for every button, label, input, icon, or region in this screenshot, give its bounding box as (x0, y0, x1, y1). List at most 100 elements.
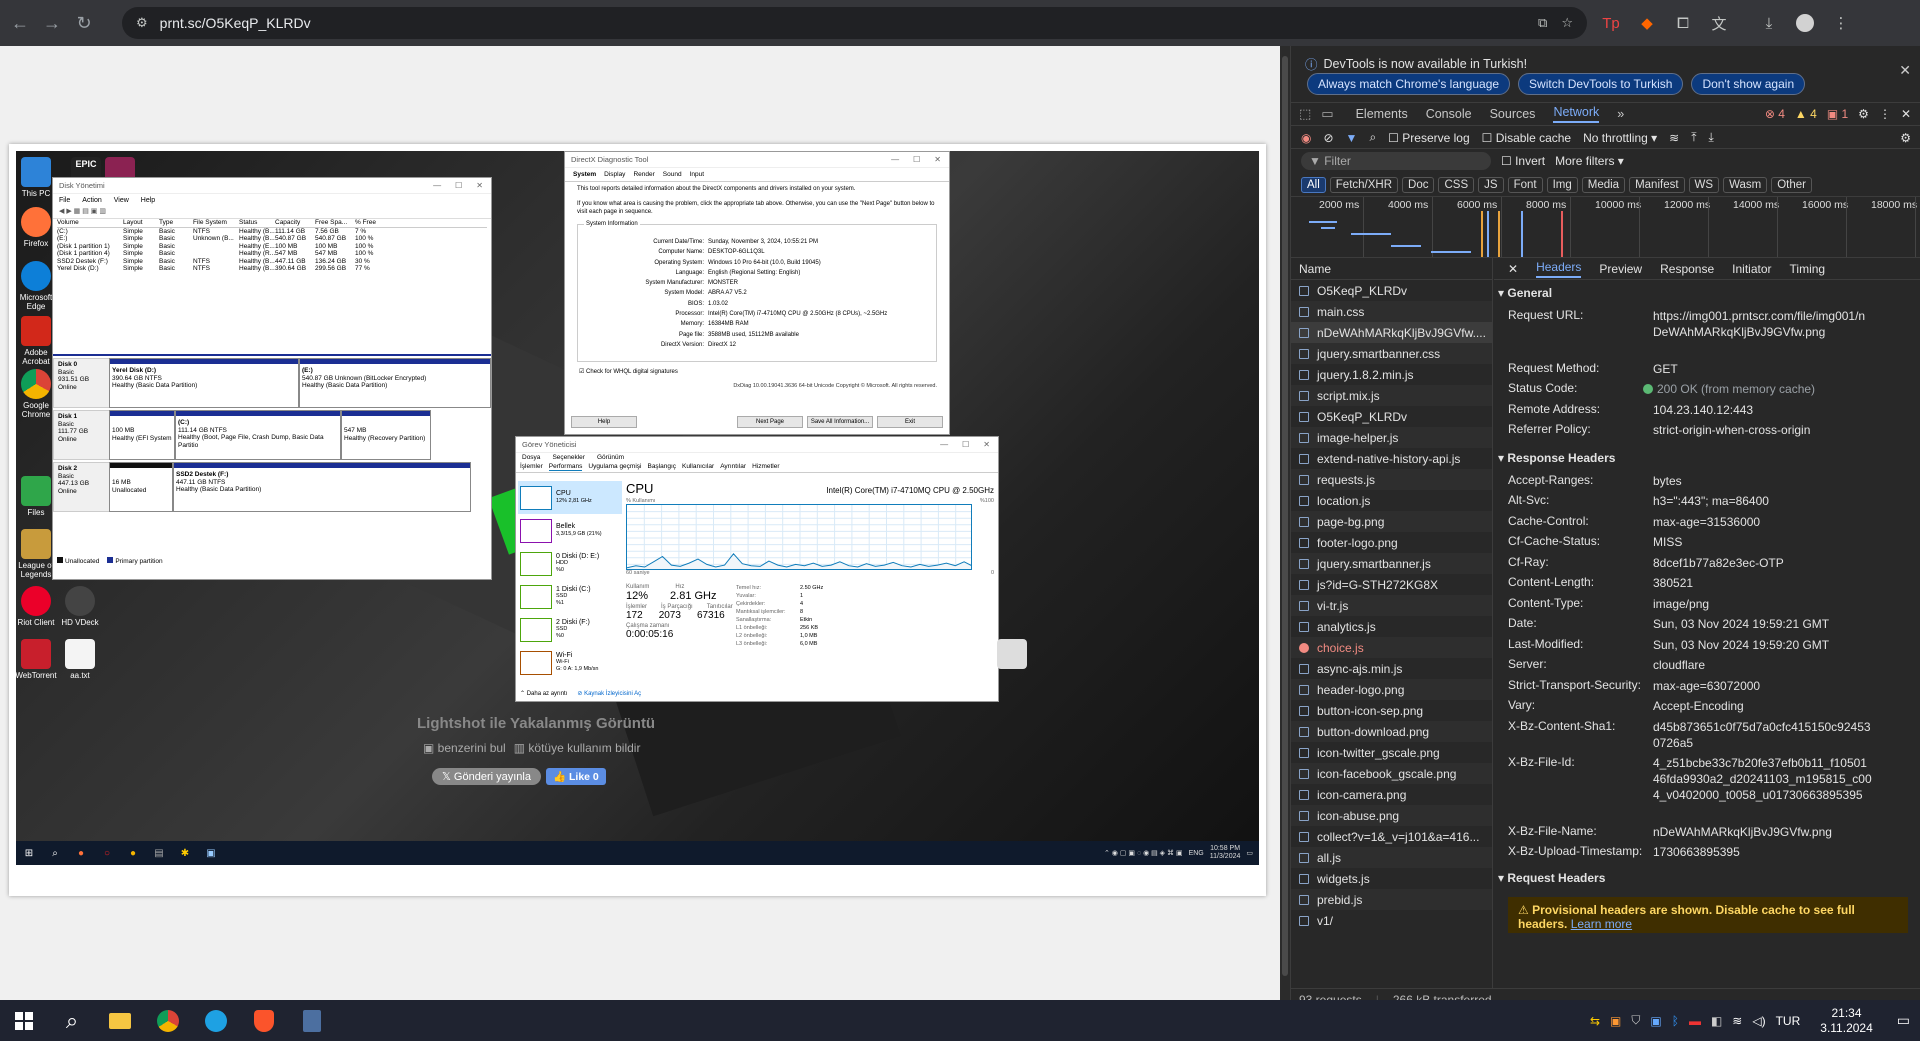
menu-dots-icon[interactable]: ⋮ (1828, 10, 1854, 36)
page-scrollbar[interactable] (1280, 46, 1290, 1000)
request-row[interactable]: icon-abuse.png (1291, 805, 1492, 826)
request-row[interactable]: js?id=G-STH272KG8X (1291, 574, 1492, 595)
tab-network[interactable]: Network (1553, 105, 1600, 123)
request-row[interactable]: button-icon-sep.png (1291, 700, 1492, 721)
request-row[interactable]: jquery.smartbanner.js (1291, 553, 1492, 574)
disable-cache-checkbox[interactable]: ☐ Disable cache (1482, 131, 1571, 145)
site-info-icon[interactable]: ⚙ (136, 15, 148, 31)
minimize-icon[interactable]: — (433, 181, 441, 190)
request-row[interactable]: location.js (1291, 490, 1492, 511)
type-filter-all[interactable]: All (1301, 177, 1326, 193)
tm-tab[interactable]: İşlemler (520, 463, 543, 471)
extension-fox-icon[interactable]: ◆ (1634, 10, 1660, 36)
request-row[interactable]: vi-tr.js (1291, 595, 1492, 616)
column-header[interactable]: Layout (123, 219, 159, 227)
request-row[interactable]: image-helper.js (1291, 427, 1492, 448)
close-devtools-icon[interactable]: ✕ (1901, 107, 1911, 121)
partition-d[interactable]: Yerel Disk (D:) 390.64 GB NTFS Healthy (Ba… (109, 358, 299, 408)
tweet-button[interactable]: 𝕏 Gönderi yayınla (432, 768, 541, 785)
similar-link[interactable]: ▣ benzerini bul (423, 741, 506, 755)
search-icon[interactable]: ⌕ (1369, 130, 1376, 145)
close-icon[interactable]: ✕ (934, 155, 941, 164)
request-row[interactable]: icon-camera.png (1291, 784, 1492, 805)
switch-turkish-button[interactable]: Switch DevTools to Turkish (1518, 73, 1684, 95)
type-filter-fetchxhr[interactable]: Fetch/XHR (1329, 177, 1399, 193)
desktop-icon-txt[interactable]: aa.txt (54, 639, 106, 680)
close-icon[interactable]: ✕ (983, 440, 990, 449)
inspect-icon[interactable]: ⬚ (1299, 106, 1311, 122)
app-icon[interactable]: ▣ (198, 848, 224, 859)
resource-monitor-link[interactable]: ⊘ Kaynak İzleyicisini Aç (577, 690, 641, 697)
partition-efi[interactable]: 100 MB Healthy (EFI System (109, 410, 175, 460)
dxdiag-tab[interactable]: System (573, 171, 596, 178)
tm-tab[interactable]: Performans (548, 463, 583, 471)
menu-view[interactable]: View (114, 197, 129, 204)
close-details-icon[interactable]: ✕ (1508, 262, 1518, 276)
search-icon[interactable]: ⌕ (48, 1000, 96, 1041)
report-link[interactable]: ▥ kötüye kullanım bildir (514, 741, 641, 755)
request-row[interactable]: page-bg.png (1291, 511, 1492, 532)
table-row[interactable]: SSD2 Destek (F:) Simple Basic NTFS Healthy (… (57, 258, 487, 266)
general-section-toggle[interactable]: ▾ General (1498, 286, 1552, 300)
dxdiag-tab[interactable]: Input (690, 171, 704, 178)
partition-unallocated[interactable]: 16 MB Unallocated (109, 462, 173, 512)
dxdiag-tab[interactable]: Render (633, 171, 654, 178)
request-row[interactable]: extend-native-history-api.js (1291, 448, 1492, 469)
network-settings-icon[interactable]: ⚙ (1900, 131, 1920, 145)
save-all-button[interactable]: Save All Information... (807, 416, 873, 428)
table-row[interactable]: (C:) Simple Basic NTFS Healthy (B... 111.14 G… (57, 228, 487, 236)
forward-icon[interactable]: → (36, 7, 68, 39)
like-button[interactable]: 👍 Like 0 (546, 768, 606, 785)
import-icon[interactable]: ⤒ (1691, 130, 1696, 145)
table-row[interactable]: (E:) Simple Basic Unknown (B... Healthy (B..… (57, 235, 487, 243)
close-icon[interactable]: ✕ (476, 181, 483, 190)
tray-app-icon[interactable]: ▣ (1610, 1014, 1621, 1028)
dxdiag-tab[interactable]: Sound (663, 171, 682, 178)
notification-icon[interactable]: ▭ (1246, 849, 1253, 857)
extensions-puzzle-icon[interactable]: ⧠ (1670, 10, 1696, 36)
table-row[interactable]: (Disk 1 partition 1) Simple Basic Healthy (… (57, 243, 487, 251)
type-filter-ws[interactable]: WS (1688, 177, 1720, 193)
desktop-icon-recycle-bin[interactable] (986, 639, 1038, 671)
more-tabs-icon[interactable]: » (1617, 107, 1624, 121)
clear-icon[interactable]: ⊘ (1323, 131, 1333, 145)
download-icon[interactable]: ⤓ (1756, 10, 1782, 36)
request-row[interactable]: async-ajs.min.js (1291, 658, 1492, 679)
volume-icon[interactable]: ◁) (1752, 1014, 1765, 1028)
request-row[interactable]: jquery.1.8.2.min.js (1291, 364, 1492, 385)
type-filter-js[interactable]: JS (1478, 177, 1504, 193)
settings-gear-icon[interactable]: ⚙ (1858, 107, 1869, 121)
type-filter-font[interactable]: Font (1507, 177, 1543, 193)
tm-side-item[interactable]: Bellek 3,3/15,9 GB (21%) (518, 514, 622, 547)
tab-sources[interactable]: Sources (1490, 107, 1536, 121)
column-header[interactable]: Volume (57, 219, 123, 227)
minimize-icon[interactable]: — (891, 155, 899, 164)
tab-console[interactable]: Console (1426, 107, 1472, 121)
extension-tp-icon[interactable]: Tp (1598, 10, 1624, 36)
invert-checkbox[interactable]: ☐ Invert (1501, 154, 1545, 168)
fewer-details-link[interactable]: ⌃ Daha az ayrıntı (520, 690, 567, 697)
close-notice-icon[interactable]: ✕ (1899, 62, 1911, 79)
request-row[interactable]: requests.js (1291, 469, 1492, 490)
minimize-icon[interactable]: — (940, 440, 948, 449)
more-filters-dropdown[interactable]: More filters ▾ (1555, 154, 1624, 168)
name-column-header[interactable]: Name (1291, 258, 1492, 280)
desktop-icon-hdvdeck[interactable]: HD VDeck (54, 586, 106, 627)
match-language-button[interactable]: Always match Chrome's language (1307, 73, 1511, 95)
wifi-icon[interactable]: ≋ (1669, 131, 1679, 145)
response-headers-toggle[interactable]: ▾ Response Headers (1498, 451, 1615, 465)
export-icon[interactable]: ⤓ (1709, 130, 1714, 145)
filter-icon[interactable]: ▼ (1346, 131, 1358, 145)
column-header[interactable]: Status (239, 219, 275, 227)
opera-icon[interactable]: ○ (94, 848, 120, 859)
preserve-log-checkbox[interactable]: ☐ Preserve log (1388, 131, 1469, 145)
tray-app-icon[interactable]: ⇆ (1590, 1014, 1600, 1028)
menu-dosya[interactable]: Dosya (522, 454, 540, 461)
maximize-icon[interactable]: ☐ (455, 181, 462, 190)
type-filter-other[interactable]: Other (1771, 177, 1812, 193)
wifi-icon[interactable]: ≋ (1732, 1014, 1742, 1028)
tm-side-item[interactable]: 1 Diski (C:) SSD %1 (518, 580, 622, 613)
start-icon[interactable]: ⊞ (16, 848, 42, 859)
menu-help[interactable]: Help (141, 197, 155, 204)
request-row[interactable]: O5KeqP_KLRDv (1291, 406, 1492, 427)
